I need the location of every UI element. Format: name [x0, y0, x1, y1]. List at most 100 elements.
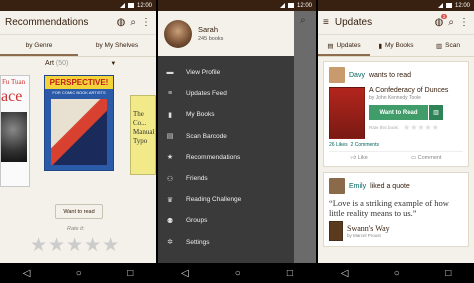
rating-stars[interactable]: ★★★★★	[403, 123, 439, 132]
shelf-dropdown-icon[interactable]: ▥	[429, 105, 443, 120]
tab-by-my-shelves[interactable]: by My Shelves	[78, 35, 156, 56]
tab-label: Scan	[445, 42, 460, 49]
home-icon[interactable]: ○	[235, 268, 241, 279]
quote-text: “Love is a striking example of how littl…	[329, 198, 449, 219]
book-cover	[329, 221, 343, 242]
notification-badge: 2	[440, 14, 448, 19]
navigation-drawer-screen: 12:00 ⌕ Sarah 245 books ▬ View Profile ≡ U…	[158, 0, 316, 283]
card-actions: 👍︎ Like ▭ Comment	[329, 151, 463, 161]
want-to-read-label: Want to Read	[369, 105, 428, 120]
system-nav-bar: ◁ ○ □	[158, 263, 316, 283]
menu-item-label: Recommendations	[186, 153, 241, 161]
book-cover-left[interactable]: Fu Tuan ace	[0, 75, 30, 187]
drawer-header[interactable]: Sarah 245 books	[158, 11, 294, 56]
back-icon[interactable]: ◁	[23, 268, 31, 279]
comment-button[interactable]: ▭ Comment	[411, 155, 442, 161]
tab-bar: by Genre by My Shelves	[0, 35, 156, 57]
feed-action: wants to read	[368, 71, 411, 79]
want-to-read-button[interactable]: Want to Read ▥	[369, 105, 443, 120]
tab-scan[interactable]: ▥ Scan	[422, 35, 474, 56]
notifications-icon[interactable]: ◍ 2	[435, 14, 448, 28]
user-name-link[interactable]: Davy	[349, 72, 365, 79]
book-author[interactable]: by John Kennedy Toole	[369, 95, 448, 101]
menu-item-label: Reading Challenge	[186, 196, 242, 204]
rate-label: Rate this book:	[369, 125, 400, 130]
tab-bar: ▤ Updates ▮ My Books ▥ Scan	[318, 35, 474, 57]
menu-icon[interactable]: ≡	[323, 17, 329, 28]
recents-icon[interactable]: □	[445, 268, 451, 279]
genre-name: Art	[45, 60, 54, 67]
feed-card: Emily liked a quote “Love is a striking …	[323, 172, 469, 248]
comment-icon: ▭	[410, 155, 418, 161]
comment-label: Comment	[417, 155, 442, 161]
feed-icon: ≡	[167, 90, 173, 98]
trophy-icon: ♛	[166, 196, 174, 204]
feed-user-line: Emily liked a quote	[329, 178, 463, 194]
feed-user-line: Davy wants to read	[329, 67, 463, 83]
rating-stars[interactable]: ★★★★★	[30, 234, 120, 257]
signal-icon	[279, 3, 285, 8]
back-icon[interactable]: ◁	[181, 268, 189, 279]
menu-item-friends[interactable]: ⚇ Friends	[158, 168, 294, 189]
menu-item-scan-barcode[interactable]: ▤ Scan Barcode	[158, 126, 294, 147]
menu-item-groups[interactable]: ⚉ Groups	[158, 210, 294, 231]
menu-item-view-profile[interactable]: ▬ View Profile	[158, 62, 294, 83]
cover-author: Fu Tuan	[2, 78, 26, 86]
page-title: Recommendations	[5, 17, 89, 28]
menu-item-updates-feed[interactable]: ≡ Updates Feed	[158, 83, 294, 104]
updates-screen: 12:00 ≡ Updates ◍ 2 ⌕ ⋮ ▤ Updates ▮ My Book…	[318, 0, 474, 283]
avatar[interactable]	[329, 178, 345, 194]
globe-icon[interactable]: ◍	[117, 17, 126, 28]
gear-icon: ✲	[167, 239, 173, 247]
user-name-link[interactable]: Emily	[349, 183, 366, 190]
back-icon[interactable]: ◁	[341, 268, 349, 279]
recents-icon[interactable]: □	[127, 268, 133, 279]
menu-item-reading-challenge[interactable]: ♛ Reading Challenge	[158, 189, 294, 210]
battery-icon	[287, 3, 294, 8]
search-icon[interactable]: ⌕	[448, 17, 454, 28]
avatar[interactable]	[329, 67, 345, 83]
cover-title: PERSPECTIVE!	[45, 76, 113, 89]
search-icon[interactable]: ⌕	[130, 17, 136, 28]
home-icon[interactable]: ○	[394, 268, 400, 279]
overflow-menu-icon[interactable]: ⋮	[459, 17, 469, 28]
menu-item-settings[interactable]: ✲ Settings	[158, 232, 294, 253]
books-icon: ▮	[168, 111, 172, 119]
overflow-menu-icon[interactable]: ⋮	[141, 17, 151, 28]
app-bar: Recommendations ◍ ⌕ ⋮	[0, 11, 156, 35]
want-to-read-button[interactable]: Want to read	[55, 204, 103, 219]
menu-item-recommendations[interactable]: ★ Recommendations	[158, 147, 294, 168]
genre-count: (50)	[55, 60, 69, 67]
menu-item-my-books[interactable]: ▮ My Books	[158, 104, 294, 125]
like-button[interactable]: 👍︎ Like	[351, 155, 368, 161]
recommendations-screen: 12:00 Recommendations ◍ ⌕ ⋮ by Genre by …	[0, 0, 156, 283]
book-cover-perspective[interactable]: PERSPECTIVE! FOR COMIC BOOK ARTISTS	[44, 75, 114, 171]
status-bar: 12:00	[0, 0, 156, 11]
recents-icon[interactable]: □	[287, 268, 293, 279]
tab-my-books[interactable]: ▮ My Books	[370, 35, 422, 56]
book-carousel[interactable]: Fu Tuan ace PERSPECTIVE! FOR COMIC BOOK …	[0, 67, 156, 187]
home-icon[interactable]: ○	[76, 268, 82, 279]
tab-label: by My Shelves	[95, 42, 139, 49]
tab-updates[interactable]: ▤ Updates	[318, 35, 370, 56]
status-bar: 12:00	[158, 0, 316, 11]
tab-by-genre[interactable]: by Genre	[0, 35, 78, 56]
book-cover[interactable]	[329, 87, 365, 139]
menu-item-label: View Profile	[186, 69, 221, 77]
groups-icon: ⚉	[166, 217, 174, 225]
book-cover-typography[interactable]: The Co... Manual Typo	[130, 95, 156, 175]
quote-book[interactable]: Swann's Way by Marcel Proust	[329, 221, 463, 242]
tab-label: Updates	[336, 42, 361, 49]
rate-book-row: Rate this book: ★★★★★	[369, 123, 448, 132]
cover-illustration	[51, 99, 107, 165]
likes-count[interactable]: 26 Likes	[329, 142, 348, 148]
genre-header[interactable]: Art (50) ▼	[0, 57, 156, 67]
star-icon: ★	[166, 154, 174, 162]
comments-count[interactable]: 2 Comments	[351, 142, 379, 148]
page-title: Updates	[334, 17, 373, 28]
barcode-icon: ▥	[436, 42, 443, 50]
cover-text: The Co... Manual Typo	[133, 110, 155, 146]
book-title[interactable]: A Confederacy of Dunces	[369, 87, 448, 94]
person-icon: ▬	[166, 69, 174, 77]
scrim-overlay[interactable]: ⌕	[294, 11, 316, 263]
